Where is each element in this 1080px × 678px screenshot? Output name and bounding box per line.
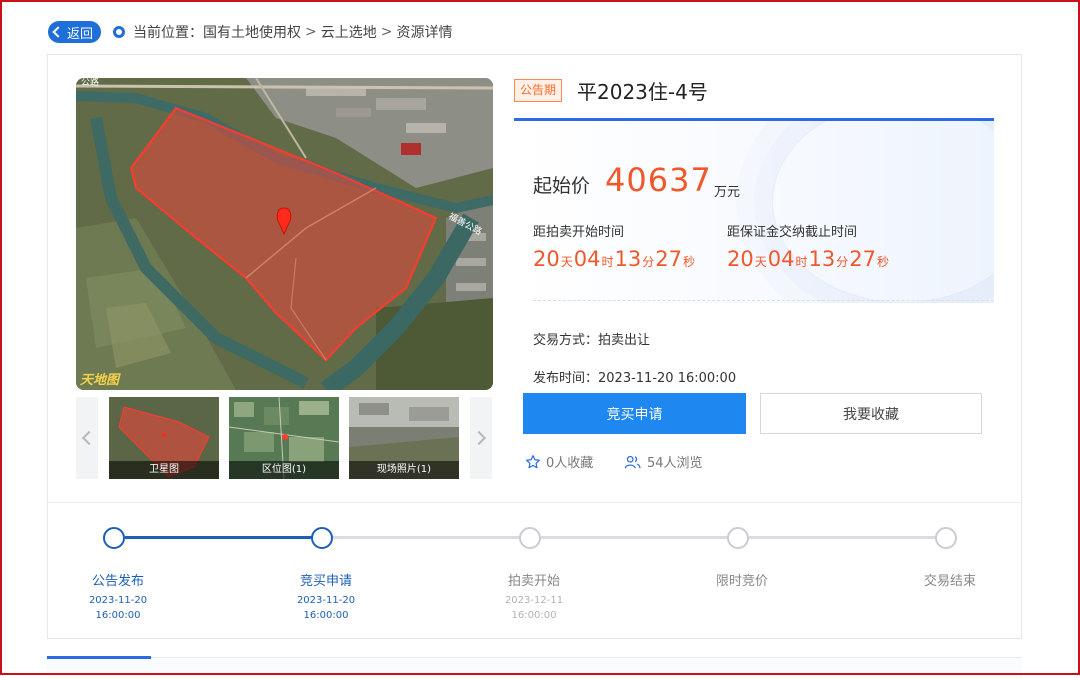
countdown-hours: 04 <box>767 247 795 271</box>
timeline-step-timed-bidding: 限时竞价 <box>682 570 802 589</box>
thumbnail-label: 现场照片(1) <box>349 461 459 479</box>
timeline-step-name: 竞买申请 <box>299 574 352 589</box>
countdown-days: 20 <box>533 247 560 271</box>
satellite-map-image: 福善公路 公路 <box>76 78 493 390</box>
timeline-dot <box>103 527 125 549</box>
chevron-right-icon <box>471 430 487 446</box>
breadcrumb-item-land-rights[interactable]: 国有土地使用权 <box>203 22 301 42</box>
active-tab-indicator[interactable] <box>47 656 151 659</box>
decorative-arcs <box>772 121 994 303</box>
chevron-left-icon <box>52 26 64 38</box>
publish-time-label: 发布时间： <box>533 371 599 386</box>
breadcrumb: 当前位置： 国有土地使用权 > 云上选地 > 资源详情 <box>133 22 452 42</box>
countdown-unit: 秒 <box>682 255 695 269</box>
timeline-step-deal-closed: 交易结束 <box>890 570 1010 589</box>
timeline-line-done <box>125 536 322 539</box>
thumbnail-satellite[interactable]: 卫星图 <box>109 397 219 479</box>
deposit-countdown: 20 天 04 时 13 分 27 秒 <box>727 247 890 271</box>
starting-price-label: 起始价 <box>533 175 591 197</box>
timeline-step-bid-application: 竞买申请 2023-11-20 16:00:00 <box>266 570 386 623</box>
countdown-unit: 时 <box>795 255 808 269</box>
timeline-dot <box>519 527 541 549</box>
countdown-unit: 天 <box>754 255 767 269</box>
location-pin-icon <box>113 26 126 38</box>
divider <box>533 300 994 301</box>
favorites-count: 0人收藏 <box>525 452 593 471</box>
trade-method-row: 交易方式：拍卖出让 <box>533 329 650 348</box>
price-panel: 起始价 40637 万元 距拍卖开始时间 20 天 04 时 13 分 27 秒 距保证… <box>514 118 994 303</box>
countdown-minutes: 13 <box>614 247 642 271</box>
thumbnail-site-photo[interactable]: 现场照片(1) <box>349 397 459 479</box>
satellite-map[interactable]: 福善公路 公路 天地图 <box>76 78 493 390</box>
timeline-step-date: 2023-11-20 16:00:00 <box>296 595 356 621</box>
trade-method-label: 交易方式： <box>533 333 599 348</box>
timeline-step-date: 2023-12-11 16:00:00 <box>504 595 564 621</box>
countdown-unit: 分 <box>836 255 849 269</box>
publish-time-value: 2023-11-20 16:00:00 <box>598 371 737 386</box>
breadcrumb-item-cloud-select[interactable]: 云上选地 <box>321 22 377 42</box>
countdown-unit: 秒 <box>876 255 889 269</box>
countdown-unit: 分 <box>642 255 655 269</box>
breadcrumb-separator: > <box>305 24 317 40</box>
trade-method-value: 拍卖出让 <box>598 333 651 348</box>
divider <box>47 502 1022 503</box>
star-icon <box>526 454 540 468</box>
timeline-step-name: 公告发布 <box>91 574 144 589</box>
timeline-step-name: 拍卖开始 <box>507 574 560 589</box>
countdown-unit: 天 <box>560 255 573 269</box>
back-button[interactable]: 返回 <box>48 21 102 43</box>
breadcrumb-item-resource-detail: 资源详情 <box>396 25 453 41</box>
timeline-dot <box>727 527 749 549</box>
timeline-step-name: 交易结束 <box>923 574 976 589</box>
timeline-dot <box>311 527 333 549</box>
chevron-left-icon <box>81 430 97 446</box>
auction-countdown-title: 距拍卖开始时间 <box>533 225 625 240</box>
countdown-days: 20 <box>727 247 754 271</box>
users-icon <box>624 455 641 468</box>
timeline-step-auction-start: 拍卖开始 2023-12-11 16:00:00 <box>474 570 594 623</box>
status-badge: 公告期 <box>514 79 563 102</box>
land-title: 平2023住-4号 <box>577 80 708 104</box>
thumbnail-label: 区位图(1) <box>229 461 339 479</box>
thumbnail-location[interactable]: 区位图(1) <box>229 397 339 479</box>
favorites-count-text: 0人收藏 <box>546 456 594 471</box>
breadcrumb-separator: > <box>380 24 393 40</box>
thumbnail-next-button[interactable] <box>470 397 492 479</box>
views-count-text: 54人浏览 <box>647 456 703 471</box>
thumbnail-prev-button[interactable] <box>76 397 98 479</box>
countdown-minutes: 13 <box>808 247 836 271</box>
timeline-step-date: 2023-11-20 16:00:00 <box>88 595 148 621</box>
timeline-line-todo <box>333 536 947 539</box>
starting-price-value: 40637 <box>605 161 712 199</box>
timeline-dot <box>935 527 957 549</box>
map-road-label: 公路 <box>81 78 99 88</box>
add-favorite-button[interactable]: 我要收藏 <box>760 393 982 434</box>
breadcrumb-bar: 返回 当前位置： 国有土地使用权 > 云上选地 > 资源详情 <box>48 20 452 44</box>
timeline-step-name: 限时竞价 <box>715 574 768 589</box>
countdown-seconds: 27 <box>655 247 682 271</box>
starting-price-unit: 万元 <box>714 185 741 200</box>
map-logo: 天地图 <box>80 373 120 388</box>
location-label: 当前位置： <box>133 25 204 41</box>
back-button-label: 返回 <box>67 26 94 42</box>
deposit-countdown-title: 距保证金交纳截止时间 <box>727 225 858 240</box>
thumbnail-label: 卫星图 <box>109 461 219 479</box>
publish-time-row: 发布时间：2023-11-20 16:00:00 <box>533 367 736 386</box>
countdown-hours: 04 <box>573 247 601 271</box>
bid-application-button[interactable]: 竞买申请 <box>523 393 746 434</box>
timeline-step-announcement: 公告发布 2023-11-20 16:00:00 <box>58 570 178 623</box>
countdown-seconds: 27 <box>849 247 876 271</box>
countdown-unit: 时 <box>601 255 614 269</box>
views-count: 54人浏览 <box>624 452 703 471</box>
auction-countdown: 20 天 04 时 13 分 27 秒 <box>533 247 696 271</box>
